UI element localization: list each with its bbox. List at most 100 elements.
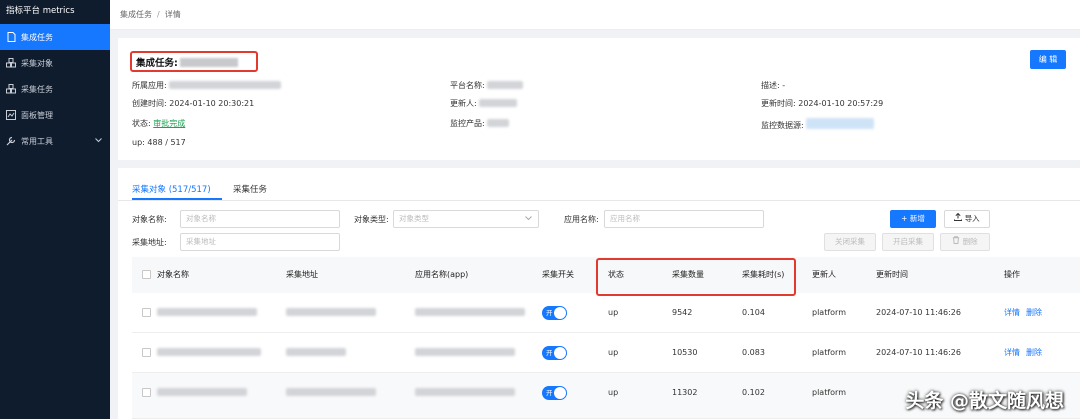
column-header: 对象名称 [157, 270, 189, 279]
upload-icon [954, 212, 963, 223]
sidebar-item-label: 常用工具 [21, 136, 53, 146]
sidebar-item-tools[interactable]: 常用工具 [0, 128, 110, 154]
delete-label: 删除 [962, 237, 978, 246]
import-button[interactable]: 导入 [944, 210, 990, 228]
field-label: 所属应用: [132, 81, 167, 90]
field-platform: 平台名称: [450, 80, 524, 91]
tab-collect-task[interactable]: 采集任务 [233, 183, 267, 195]
table-row[interactable]: 开 up 10530 0.083 platform 2024-07-10 11:… [132, 333, 1080, 373]
updater-cell: platform [812, 348, 846, 357]
field-label: 监控产品: [450, 119, 485, 128]
updated-cell: 2024-07-10 11:46:26 [876, 348, 961, 357]
delete-link[interactable]: 删除 [1026, 333, 1042, 373]
breadcrumb-current: 详情 [164, 10, 181, 19]
status-cell: up [608, 348, 619, 357]
redacted-value [479, 99, 518, 107]
object-name-input[interactable]: 对象名称 [180, 210, 340, 228]
status-cell: up [608, 308, 619, 317]
address-cell [286, 333, 346, 373]
task-info-card: 集成任务: 编 辑 所属应用: 平台名称: 描述: - 创建时间: 2024-0… [118, 38, 1080, 160]
cluster-icon [6, 58, 16, 68]
object-type-select[interactable]: 对象类型 [393, 210, 539, 228]
add-button[interactable]: + 新增 [890, 210, 936, 228]
status-cell: up [608, 388, 619, 397]
object-name-cell [157, 373, 247, 413]
close-collect-button[interactable]: 关闭采集 [824, 233, 876, 251]
collect-toggle[interactable]: 开 [542, 306, 567, 320]
count-cell: 11302 [672, 388, 698, 397]
object-name-cell [157, 333, 261, 373]
object-name-cell [157, 293, 257, 333]
breadcrumb-root[interactable]: 集成任务 [120, 10, 152, 19]
field-label: up: [132, 138, 145, 147]
app-name-cell [415, 293, 525, 333]
address-input[interactable]: 采集地址 [180, 233, 340, 251]
redacted-value [286, 348, 346, 356]
select-all-checkbox[interactable] [142, 270, 151, 279]
field-created: 创建时间: 2024-01-10 20:30:21 [132, 98, 254, 109]
object-type-placeholder: 对象类型 [399, 214, 429, 223]
task-title-prefix: 集成任务: [136, 58, 178, 69]
field-label: 描述: [761, 81, 780, 90]
open-collect-button[interactable]: 开启采集 [882, 233, 934, 251]
redacted-value [169, 81, 282, 89]
field-updated: 更新时间: 2024-01-10 20:57:29 [761, 98, 883, 109]
field-product: 监控产品: [450, 118, 510, 129]
column-header: 采集地址 [286, 270, 318, 279]
sidebar-item-integration-task[interactable]: 集成任务 [0, 24, 110, 50]
field-label: 更新时间: [761, 99, 796, 108]
address-cell [286, 293, 376, 333]
row-checkbox[interactable] [142, 308, 151, 317]
duration-cell: 0.104 [742, 308, 765, 317]
duration-cell: 0.083 [742, 348, 765, 357]
object-name-label: 对象名称: [132, 215, 167, 224]
delete-link[interactable]: 删除 [1026, 293, 1042, 333]
address-label: 采集地址: [132, 238, 167, 247]
column-header: 操作 [1004, 270, 1020, 279]
edit-button[interactable]: 编 辑 [1030, 50, 1066, 69]
delete-button[interactable]: 删除 [940, 233, 990, 251]
redacted-value [286, 388, 376, 396]
updater-cell: platform [812, 388, 846, 397]
field-desc: 描述: - [761, 80, 785, 91]
file-icon [6, 32, 16, 42]
field-updater: 更新人: [450, 98, 518, 109]
sidebar-item-label: 采集任务 [21, 84, 53, 94]
column-header: 更新时间 [876, 270, 908, 279]
column-header: 应用名称(app) [415, 270, 469, 279]
app-name-input[interactable]: 应用名称 [604, 210, 764, 228]
field-label: 更新人: [450, 99, 477, 108]
redacted-value [157, 308, 257, 316]
column-header: 更新人 [812, 270, 836, 279]
collect-toggle[interactable]: 开 [542, 346, 567, 360]
detail-link[interactable]: 详情 [1004, 333, 1020, 373]
import-label: 导入 [964, 214, 980, 223]
detail-link[interactable]: 详情 [1004, 293, 1020, 333]
task-title: 集成任务: [130, 51, 258, 72]
sidebar-item-label: 集成任务 [21, 32, 53, 42]
collect-toggle[interactable]: 开 [542, 386, 567, 400]
redacted-value [157, 348, 261, 356]
row-checkbox[interactable] [142, 388, 151, 397]
status-link[interactable]: 审批完成 [153, 119, 185, 128]
field-label: 状态: [132, 119, 151, 128]
table-row[interactable]: 开 up 9542 0.104 platform 2024-07-10 11:4… [132, 293, 1080, 333]
row-checkbox[interactable] [142, 348, 151, 357]
sidebar-item-collect-task[interactable]: 采集任务 [0, 76, 110, 102]
field-value: 488 / 517 [147, 138, 186, 147]
updater-cell: platform [812, 308, 846, 317]
sidebar-item-label: 采集对象 [21, 58, 53, 68]
breadcrumb-separator: / [157, 10, 160, 19]
field-value: 2024-01-10 20:30:21 [169, 99, 255, 108]
task-title-redacted [179, 58, 238, 67]
field-up: up: 488 / 517 [132, 138, 186, 147]
field-status: 状态: 审批完成 [132, 118, 185, 129]
redacted-value [415, 308, 525, 316]
column-header: 采集开关 [542, 270, 574, 279]
count-cell: 10530 [672, 348, 698, 357]
sidebar-item-dashboard[interactable]: 面板管理 [0, 102, 110, 128]
sidebar-item-collect-object[interactable]: 采集对象 [0, 50, 110, 76]
app-name-cell [415, 373, 515, 413]
redacted-value [487, 81, 524, 89]
tab-collect-object[interactable]: 采集对象 (517/517) [132, 183, 211, 195]
